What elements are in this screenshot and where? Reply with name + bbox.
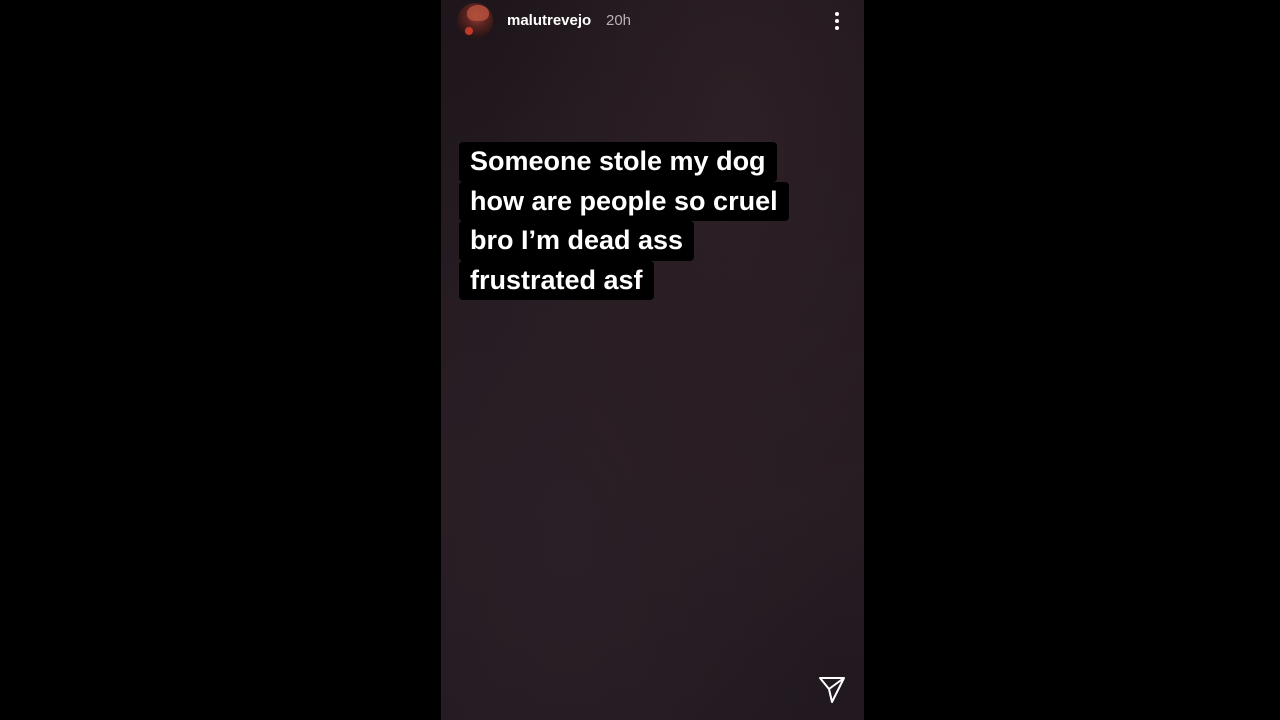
more-dot <box>835 12 839 16</box>
story-text-line: Someone stole my dog <box>459 142 777 182</box>
send-icon[interactable] <box>817 675 847 705</box>
more-dot <box>835 26 839 30</box>
avatar[interactable] <box>457 3 493 39</box>
story-timestamp: 20h <box>606 12 632 29</box>
story-text-overlay: Someone stole my dog how are people so c… <box>459 142 789 300</box>
avatar-image-detail <box>465 27 473 35</box>
story-text-line: bro I’m dead ass <box>459 221 695 261</box>
story-viewer[interactable]: malutrevejo 20h Someone stole my dog how… <box>441 0 864 720</box>
story-text-line: how are people so cruel <box>459 181 789 221</box>
more-dot <box>835 19 839 23</box>
page: malutrevejo 20h Someone stole my dog how… <box>0 0 1280 720</box>
paper-plane-icon <box>819 677 845 703</box>
more-options-icon[interactable] <box>825 8 849 34</box>
story-header: malutrevejo 20h <box>441 0 864 44</box>
avatar-image-detail <box>467 5 489 21</box>
story-text-line: frustrated asf <box>459 260 654 300</box>
username-link[interactable]: malutrevejo <box>507 12 591 30</box>
